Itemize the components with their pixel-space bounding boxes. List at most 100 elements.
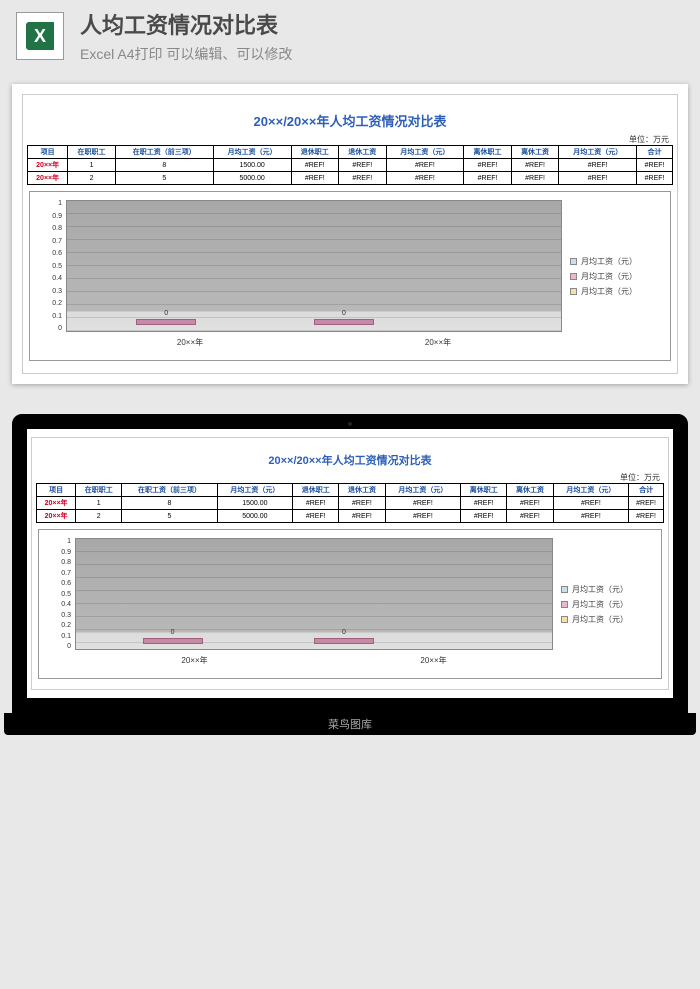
ytick: 0.2: [38, 300, 62, 307]
excel-icon: X: [16, 12, 64, 60]
cell: #REF!: [629, 510, 664, 523]
unit-label: 单位：万元: [27, 134, 669, 145]
row-head: 20××年: [28, 159, 68, 172]
legend-item: 月均工资（元）: [561, 584, 653, 595]
cell: 2: [68, 172, 116, 185]
cell: 1: [76, 497, 122, 510]
cell: #REF!: [339, 172, 387, 185]
cell: #REF!: [291, 172, 339, 185]
col-h: 合计: [629, 484, 664, 497]
legend-item: 月均工资（元）: [561, 599, 653, 610]
bar-1: 0: [143, 638, 203, 644]
col-h: 月均工资（元）: [385, 484, 461, 497]
plot-back: 0 0: [75, 538, 553, 650]
sheet-title: 20××/20××年人均工资情况对比表: [36, 452, 664, 468]
ytick: 0.2: [47, 622, 71, 629]
chart-legend: 月均工资（元） 月均工资（元） 月均工资（元）: [562, 200, 662, 352]
ytick: 0.7: [47, 570, 71, 577]
ytick: 0.6: [38, 250, 62, 257]
ytick: 0.4: [38, 275, 62, 282]
template-preview-large: 20××/20××年人均工资情况对比表 单位：万元 项目 在职职工 在职工资（前…: [12, 84, 688, 384]
chart-plot-area: 1 0.9 0.8 0.7 0.6 0.5 0.4 0.3 0.2 0.1 0 …: [47, 538, 553, 670]
legend-item: 月均工资（元）: [570, 271, 662, 282]
legend-label: 月均工资（元）: [572, 614, 628, 625]
cell: #REF!: [559, 159, 637, 172]
legend-label: 月均工资（元）: [581, 256, 637, 267]
col-h: 在职职工: [68, 146, 116, 159]
swatch-icon: [561, 616, 568, 623]
ytick: 1: [47, 538, 71, 545]
swatch-icon: [561, 586, 568, 593]
cell: #REF!: [507, 497, 553, 510]
cell: #REF!: [507, 510, 553, 523]
swatch-icon: [570, 288, 577, 295]
page-subtitle: Excel A4打印 可以编辑、可以修改: [80, 44, 292, 64]
col-h: 项目: [28, 146, 68, 159]
col-h: 离休工资: [507, 484, 553, 497]
swatch-icon: [570, 258, 577, 265]
y-axis: 1 0.9 0.8 0.7 0.6 0.5 0.4 0.3 0.2 0.1 0: [38, 200, 62, 332]
col-h: 月均工资（元）: [217, 484, 293, 497]
cell: #REF!: [291, 159, 339, 172]
ytick: 0.8: [47, 559, 71, 566]
cell: #REF!: [559, 172, 637, 185]
y-axis: 1 0.9 0.8 0.7 0.6 0.5 0.4 0.3 0.2 0.1 0: [47, 538, 71, 650]
x-cat: 20××年: [314, 334, 562, 352]
cell: 5: [122, 510, 217, 523]
ytick: 0.4: [47, 601, 71, 608]
chart-legend: 月均工资（元） 月均工资（元） 月均工资（元）: [553, 538, 653, 670]
cell: #REF!: [511, 159, 559, 172]
laptop-screen: 20××/20××年人均工资情况对比表 单位：万元 项目 在职职工 在职工资（前…: [27, 429, 673, 698]
row-head: 20××年: [37, 510, 76, 523]
cell: #REF!: [461, 497, 507, 510]
cell: #REF!: [339, 159, 387, 172]
cell: #REF!: [553, 497, 629, 510]
sheet-page: 20××/20××年人均工资情况对比表 单位：万元 项目 在职职工 在职工资（前…: [22, 94, 678, 374]
table-row: 20××年 2 5 5000.00 #REF! #REF! #REF! #REF…: [37, 510, 664, 523]
cell: #REF!: [637, 159, 673, 172]
legend-item: 月均工资（元）: [570, 256, 662, 267]
cell: 8: [122, 497, 217, 510]
bar-value: 0: [342, 629, 346, 636]
cell: #REF!: [385, 497, 461, 510]
table-row: 20××年 1 8 1500.00 #REF! #REF! #REF! #REF…: [28, 159, 673, 172]
cell: #REF!: [637, 172, 673, 185]
ytick: 0.1: [38, 313, 62, 320]
ytick: 1: [38, 200, 62, 207]
cell: #REF!: [464, 159, 512, 172]
table-row: 20××年 2 5 5000.00 #REF! #REF! #REF! #REF…: [28, 172, 673, 185]
comparison-table: 项目 在职职工 在职工资（前三项） 月均工资（元） 退休职工 退休工资 月均工资…: [36, 483, 664, 523]
cell: 2: [76, 510, 122, 523]
sheet-page-small: 20××/20××年人均工资情况对比表 单位：万元 项目 在职职工 在职工资（前…: [31, 437, 669, 690]
ytick: 0.3: [38, 288, 62, 295]
col-h: 退休职工: [293, 484, 339, 497]
ytick: 0.3: [47, 612, 71, 619]
col-h: 在职职工: [76, 484, 122, 497]
bar-chart: 1 0.9 0.8 0.7 0.6 0.5 0.4 0.3 0.2 0.1 0 …: [29, 191, 671, 361]
plot-back: 0 0: [66, 200, 562, 332]
cell: 1500.00: [213, 159, 291, 172]
x-cat: 20××年: [314, 652, 553, 670]
x-axis: 20××年 20××年: [75, 652, 553, 670]
cell: 1: [68, 159, 116, 172]
cell: #REF!: [293, 497, 339, 510]
table-header-row: 项目 在职职工 在职工资（前三项） 月均工资（元） 退休职工 退休工资 月均工资…: [37, 484, 664, 497]
ytick: 0: [38, 325, 62, 332]
laptop-base: 菜鸟图库: [4, 713, 696, 735]
table-row: 20××年 1 8 1500.00 #REF! #REF! #REF! #REF…: [37, 497, 664, 510]
cell: #REF!: [339, 497, 385, 510]
legend-item: 月均工资（元）: [570, 286, 662, 297]
cell: 5000.00: [217, 510, 293, 523]
bar-chart: 1 0.9 0.8 0.7 0.6 0.5 0.4 0.3 0.2 0.1 0 …: [38, 529, 662, 679]
cell: #REF!: [553, 510, 629, 523]
col-h: 离休职工: [464, 146, 512, 159]
col-h: 离休工资: [511, 146, 559, 159]
cell: #REF!: [386, 172, 464, 185]
col-h: 在职工资（前三项）: [122, 484, 217, 497]
cell: #REF!: [385, 510, 461, 523]
bar-2: 0: [314, 319, 374, 325]
x-axis: 20××年 20××年: [66, 334, 562, 352]
ytick: 0: [47, 643, 71, 650]
ytick: 0.6: [47, 580, 71, 587]
chart-plot-area: 1 0.9 0.8 0.7 0.6 0.5 0.4 0.3 0.2 0.1 0 …: [38, 200, 562, 352]
